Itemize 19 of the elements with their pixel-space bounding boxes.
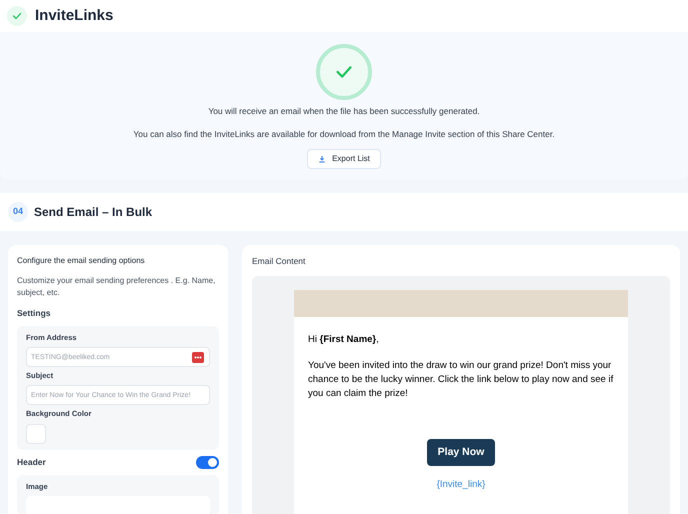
export-list-button[interactable]: Export List	[307, 148, 381, 168]
header-title: InviteLinks	[35, 6, 114, 26]
password-manager-icon	[192, 352, 204, 362]
header-toggle[interactable]	[196, 456, 219, 468]
card-title: Email Content	[252, 255, 306, 268]
card-description: Customize your email sending preferences . E.g. Name, subject, etc.	[17, 275, 216, 299]
header-label: Header	[17, 456, 46, 468]
status-message: You can also find the InviteLinks are available for download from the Manage Invite section of this Share Center.	[133, 128, 555, 140]
section-title: Send Email – In Bulk	[34, 204, 152, 221]
play-now-button[interactable]: Play Now	[427, 439, 495, 466]
status-message: You will receive an email when the file has been successfully generated.	[208, 105, 480, 118]
email-message: You've been invited into the draw to win our grand prize! Don't miss your chance to be the lucky winner. Click the link below to play now and see if you can claim the prize!	[308, 359, 614, 401]
color-swatch[interactable]	[26, 424, 46, 444]
step-number: 04	[8, 202, 28, 222]
check-icon	[11, 10, 23, 22]
email-greeting: Hi {First Name},	[308, 332, 380, 347]
card-title: Configure the email sending options	[17, 255, 146, 267]
settings-label: Settings	[17, 307, 52, 320]
download-icon	[318, 154, 326, 162]
